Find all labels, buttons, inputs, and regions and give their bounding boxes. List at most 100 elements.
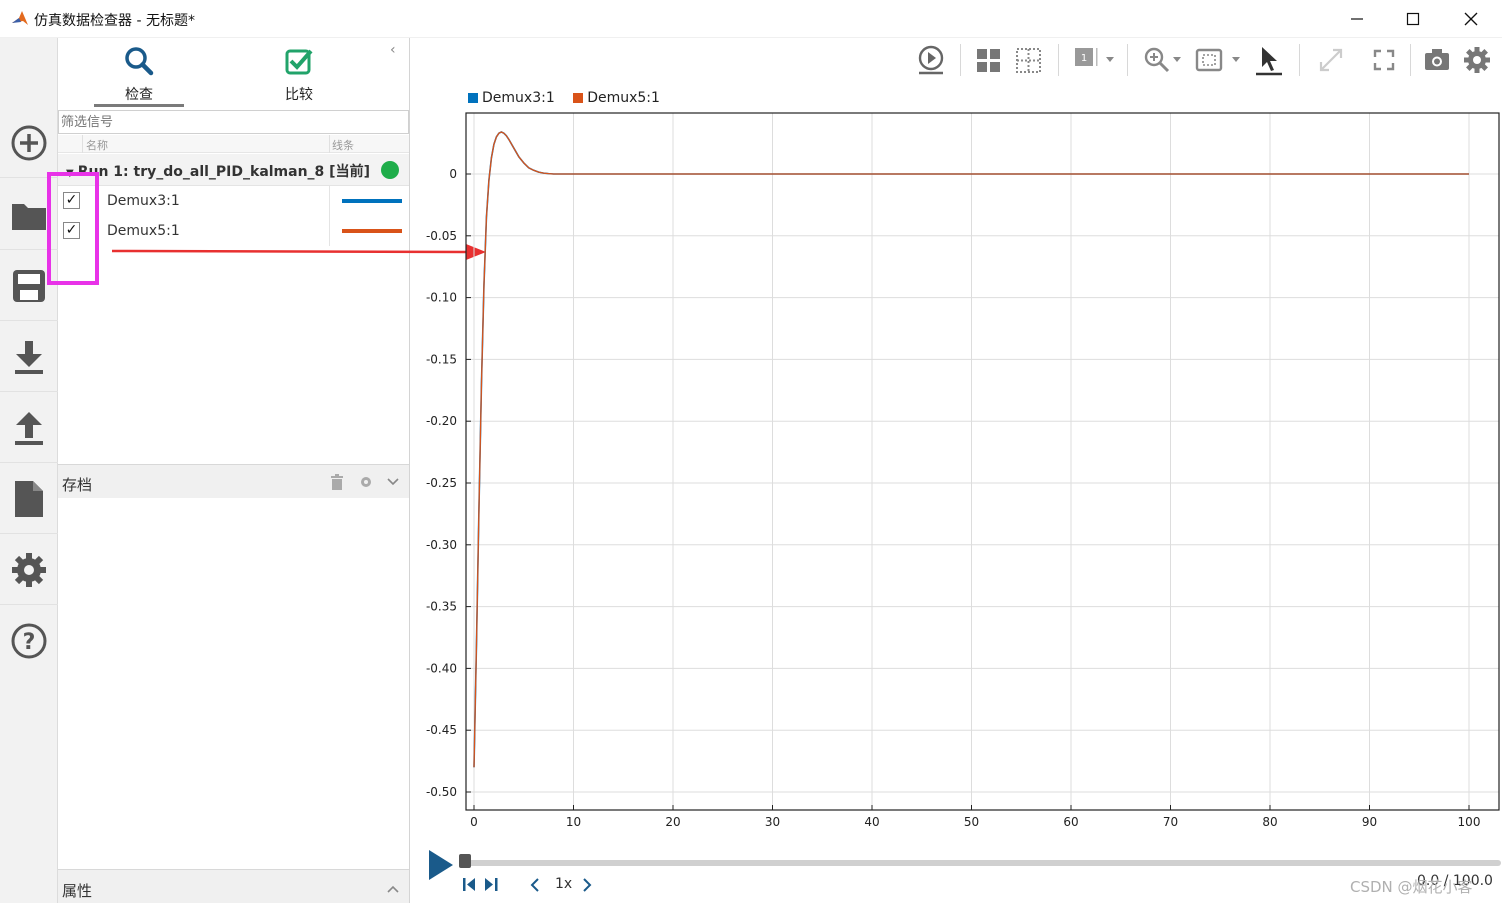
x-tick-label: 60 <box>1063 815 1078 829</box>
cursor-icon[interactable] <box>1253 44 1285 76</box>
check-square-icon <box>285 49 313 75</box>
left-toolbar: ? <box>0 38 58 903</box>
maximize-icon <box>1406 12 1420 26</box>
properties-title: 属性 <box>62 882 93 900</box>
run-status-indicator <box>381 161 399 179</box>
play-icon[interactable] <box>427 848 455 882</box>
x-tick-label: 0 <box>470 815 478 829</box>
column-divider <box>329 135 330 153</box>
legend-label: Demux5:1 <box>587 90 660 106</box>
minimize-icon <box>1351 18 1363 20</box>
slower-chevron-icon[interactable] <box>529 878 541 892</box>
chevron-down-icon[interactable] <box>386 477 400 487</box>
subplot-layout-icon[interactable] <box>1013 44 1045 76</box>
collapse-panel-chevron-icon[interactable]: ‹ <box>390 42 396 58</box>
properties-section-header[interactable]: 属性 <box>58 869 409 903</box>
close-icon <box>1464 12 1478 26</box>
maximize-button[interactable] <box>1384 0 1442 38</box>
toolbar-separator <box>1410 44 1411 76</box>
playback-slider-thumb[interactable] <box>459 854 471 868</box>
help-button[interactable]: ? <box>0 606 58 676</box>
playback-controls: 1x 0.0 / 100.0 <box>411 840 1502 903</box>
watermark: CSDN @烟花小客 <box>1350 878 1473 896</box>
y-tick-label: -0.50 <box>426 785 457 799</box>
x-tick-label: 20 <box>665 815 680 829</box>
signal-line-style[interactable] <box>342 229 402 233</box>
plot-select-icon[interactable]: 1 <box>1071 44 1103 76</box>
plot-toolbar: 1 <box>411 38 1502 82</box>
tab-compare[interactable]: 比较 <box>254 38 344 110</box>
gear-icon[interactable] <box>359 475 373 489</box>
document-icon <box>15 480 43 517</box>
new-session-button[interactable] <box>0 108 58 178</box>
x-tick-label: 80 <box>1262 815 1277 829</box>
title-bar: 仿真数据检查器 - 无标题* <box>0 0 1502 38</box>
fit-to-view-icon[interactable] <box>1193 44 1225 76</box>
signal-row[interactable]: ✓ Demux3:1 <box>58 186 409 216</box>
inspector-panel: 检查 比较 ‹ 名称 线条 ▼Run 1: try_do_all_PID_kal… <box>58 38 410 903</box>
signal-line-style[interactable] <box>342 199 402 203</box>
legend-label: Demux3:1 <box>482 90 555 106</box>
tab-inspect-label: 检查 <box>125 87 153 103</box>
svg-text:?: ? <box>23 630 36 655</box>
window-title: 仿真数据检查器 - 无标题* <box>34 13 195 29</box>
run-label: ▼ Run 1: try_do_all_PID_kalman_8 [当前] <box>66 164 370 180</box>
trash-icon[interactable] <box>330 474 344 490</box>
report-button[interactable] <box>0 464 58 534</box>
upload-icon <box>15 411 43 445</box>
column-header-line: 线条 <box>332 139 354 152</box>
signal-name: Demux5:1 <box>107 223 180 239</box>
dropdown-arrow-icon[interactable] <box>1172 56 1182 64</box>
toolbar-separator <box>1058 44 1059 76</box>
zoom-in-icon[interactable] <box>1141 44 1173 76</box>
step-back-icon[interactable] <box>463 878 475 891</box>
layout-grid-icon[interactable] <box>973 44 1005 76</box>
playback-slider-track[interactable] <box>463 860 1501 866</box>
playback-speed: 1x <box>555 876 573 892</box>
save-icon <box>13 269 45 302</box>
y-tick-label: -0.05 <box>426 229 457 243</box>
chevron-up-icon[interactable] <box>386 884 400 894</box>
line-chart[interactable]: 0 10 20 30 40 50 60 70 80 90 100 0 -0.05 -0.10 -0.15 -0… <box>411 108 1502 830</box>
replay-icon[interactable] <box>915 44 947 76</box>
export-button[interactable] <box>0 393 58 463</box>
camera-icon[interactable] <box>1421 44 1453 76</box>
minimize-button[interactable] <box>1328 0 1386 38</box>
x-tick-label: 90 <box>1362 815 1377 829</box>
signal-table-header: 名称 线条 <box>58 135 409 153</box>
faster-chevron-icon[interactable] <box>581 878 593 892</box>
y-tick-label: -0.35 <box>426 600 457 614</box>
toolbar-separator <box>960 44 961 76</box>
step-forward-icon[interactable] <box>485 878 498 891</box>
dropdown-arrow-icon[interactable] <box>1231 56 1241 64</box>
svg-text:1: 1 <box>1081 53 1087 64</box>
fullscreen-icon[interactable] <box>1368 44 1400 76</box>
close-button[interactable] <box>1442 0 1500 38</box>
expand-arrows-icon[interactable] <box>1315 44 1347 76</box>
tab-inspect[interactable]: 检查 <box>94 38 184 110</box>
x-tick-label: 50 <box>964 815 979 829</box>
column-header-name: 名称 <box>86 139 108 152</box>
y-tick-label: -0.20 <box>426 414 457 428</box>
run-row[interactable]: ▼ Run 1: try_do_all_PID_kalman_8 [当前] <box>58 154 409 186</box>
filter-signals-input[interactable] <box>58 110 409 134</box>
folder-icon <box>12 203 46 230</box>
gear-icon[interactable] <box>1461 44 1493 76</box>
y-tick-label: -0.25 <box>426 476 457 490</box>
dropdown-arrow-icon[interactable] <box>1105 56 1115 64</box>
help-icon: ? <box>11 623 47 659</box>
plot-frame <box>465 112 1500 811</box>
legend-swatch <box>468 93 478 103</box>
tab-compare-label: 比较 <box>285 87 313 103</box>
legend-item: Demux5:1 <box>573 90 660 106</box>
x-tick-label: 70 <box>1163 815 1178 829</box>
toolbar-separator <box>1127 44 1128 76</box>
plus-circle-icon <box>11 125 47 160</box>
column-divider <box>329 186 330 216</box>
archive-section-header[interactable]: 存档 <box>58 464 409 498</box>
settings-button[interactable] <box>0 535 58 605</box>
import-button[interactable] <box>0 322 58 392</box>
x-tick-label: 10 <box>566 815 581 829</box>
x-tick-label: 100 <box>1458 815 1481 829</box>
legend-swatch <box>573 93 584 103</box>
